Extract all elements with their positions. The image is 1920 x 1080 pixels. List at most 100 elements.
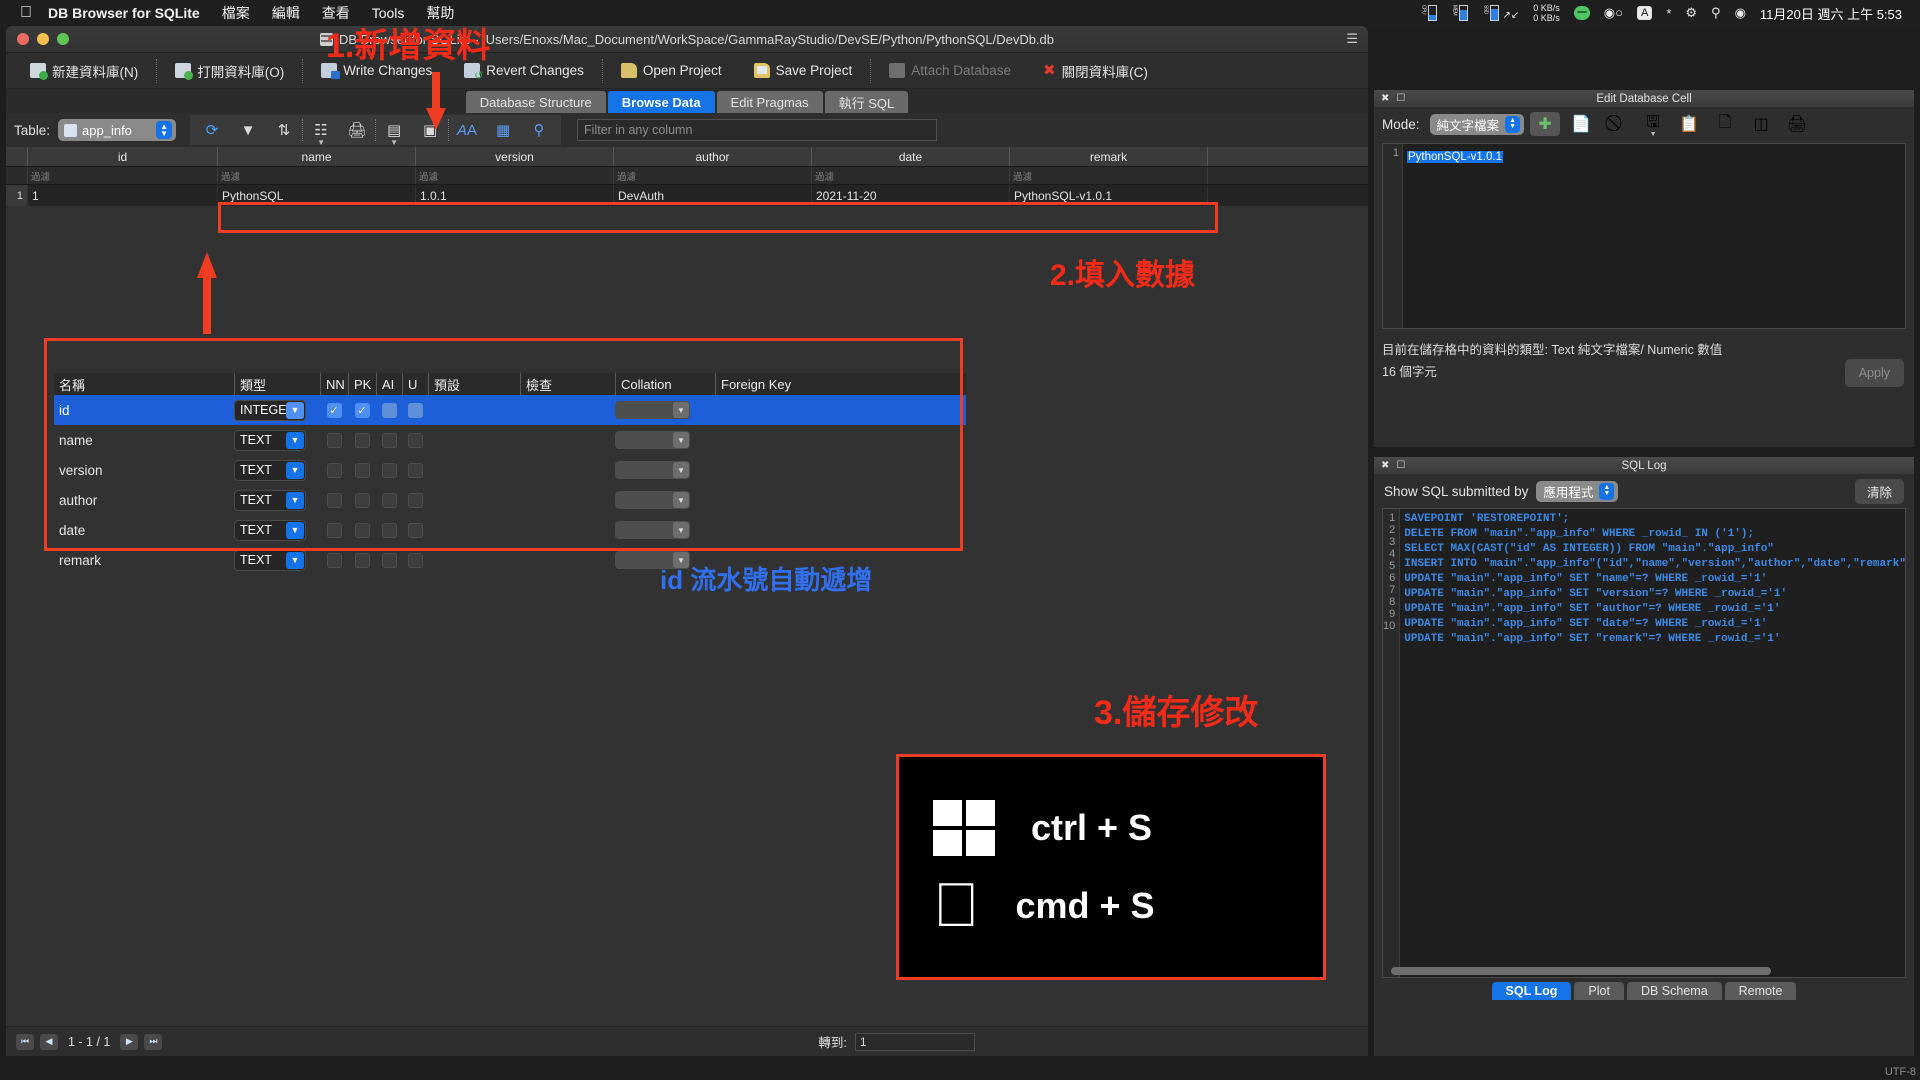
schema-type-dropdown[interactable]: TEXT ▼ [234,489,306,511]
schema-collation-dropdown[interactable]: ▼ [615,491,690,509]
mode-dropdown[interactable]: 純文字檔案 ▲ ▼ [1429,113,1525,135]
goto-input[interactable]: 1 [854,1032,975,1051]
schema-type-dropdown[interactable]: TEXT ▼ [234,549,306,571]
schema-fk-value[interactable] [715,515,855,545]
cell-remark[interactable]: PythonSQL-v1.0.1 [1010,185,1208,206]
schema-default-value[interactable] [428,515,520,545]
menubar-item-edit[interactable]: 編輯 [272,3,300,23]
cell-author[interactable]: DevAuth [614,185,812,206]
bluetooth-icon[interactable]: * [1666,6,1671,21]
close-icon[interactable]: ✖ [1381,93,1389,104]
schema-ai-checkbox[interactable] [381,402,397,418]
schema-default-value[interactable] [428,455,520,485]
schema-default-value[interactable] [428,545,520,575]
refresh-icon[interactable]: ⟳ [194,116,230,144]
schema-check-value[interactable] [520,455,615,485]
column-header-author[interactable]: author [614,147,812,166]
save-project-button[interactable]: Save Project [738,56,869,86]
schema-row-version[interactable]: version TEXT ▼ ▼ [54,455,966,485]
schema-pk-checkbox[interactable] [354,462,370,478]
schema-field-name[interactable]: id [54,395,234,425]
tab-edit-pragmas[interactable]: Edit Pragmas [716,91,823,113]
last-page-button[interactable]: ⏭ [144,1033,163,1050]
schema-check-value[interactable] [520,425,615,455]
filter-cell-remark[interactable]: 過濾 [1010,167,1208,184]
column-header-version[interactable]: version [416,147,614,166]
tab-browse-data[interactable]: Browse Data [607,91,715,113]
schema-field-name[interactable]: name [54,425,234,455]
print-icon[interactable]: 🖨 [339,116,375,144]
column-header-remark[interactable]: remark [1010,147,1208,166]
cell-content-editor[interactable]: 1 PythonSQL-v1.0.1 [1382,143,1906,329]
menubar-item-file[interactable]: 檔案 [222,3,250,23]
schema-u-checkbox[interactable] [407,432,423,448]
window-toolbar-toggle-icon[interactable]: ☰ [1346,31,1358,47]
cell-date[interactable]: 2021-11-20 [812,185,1010,206]
schema-pk-checkbox[interactable] [354,432,370,448]
schema-collation-dropdown[interactable]: ▼ [615,461,690,479]
schema-u-checkbox[interactable] [407,402,423,418]
schema-row-name[interactable]: name TEXT ▼ ▼ [54,425,966,455]
input-source-icon[interactable]: A [1636,6,1653,20]
schema-default-value[interactable] [428,425,520,455]
schema-collation-dropdown[interactable]: ▼ [615,431,690,449]
schema-fk-value[interactable] [715,485,855,515]
sql-log-textarea[interactable]: 1 2 3 4 5 6 7 8 9 10 SAVEPOINT 'RESTOREP… [1382,508,1906,978]
cpu-monitor-icon[interactable]: CPU [1420,5,1438,21]
schema-row-author[interactable]: author TEXT ▼ ▼ [54,485,966,515]
schema-row-id[interactable]: id INTEGER ▼ ✓ ✓ ▼ [54,395,966,425]
column-header-name[interactable]: name [218,147,416,166]
cell-version[interactable]: 1.0.1 [416,185,614,206]
font-icon[interactable]: AA [449,116,485,144]
close-database-button[interactable]: ✖ 關閉資料庫(C) [1027,56,1164,86]
schema-u-checkbox[interactable] [407,522,423,538]
filter-cell-name[interactable]: 過濾 [218,167,416,184]
chevron-down-icon[interactable]: ▼ [317,138,325,147]
schema-row-date[interactable]: date TEXT ▼ ▼ [54,515,966,545]
menubar-item-tools[interactable]: Tools [372,5,405,21]
filter-cell-author[interactable]: 過濾 [614,167,812,184]
tab-execute-sql[interactable]: 執行 SQL [824,91,909,113]
delete-record-icon[interactable]: ▣ [412,116,448,144]
schema-pk-checkbox[interactable]: ✓ [354,402,370,418]
close-window-button[interactable] [17,33,29,45]
filter-cell-id[interactable]: 過濾 [28,167,218,184]
schema-pk-checkbox[interactable] [354,492,370,508]
tab-sql-log[interactable]: SQL Log [1491,982,1572,1000]
ssd-monitor-icon[interactable]: SSD ↗↙ [1482,5,1519,21]
cell-content-value[interactable]: PythonSQL-v1.0.1 [1407,151,1503,163]
save-as-icon[interactable]: 🖫 ▼ [1638,112,1668,139]
cell-content-body[interactable]: PythonSQL-v1.0.1 [1403,144,1503,328]
search-icon[interactable]: ⚲ [1711,5,1721,21]
schema-nn-checkbox[interactable]: ✓ [326,402,342,418]
table-select-dropdown[interactable]: app_info ▲ ▼ [58,119,177,141]
schema-type-dropdown[interactable]: TEXT ▼ [234,429,306,451]
filter-icon[interactable]: ▼ [230,116,266,144]
schema-check-value[interactable] [520,485,615,515]
schema-collation-dropdown[interactable]: ▼ [615,401,690,419]
schema-ai-checkbox[interactable] [381,462,397,478]
paste-cell-icon[interactable]: 🗋 [1710,112,1740,136]
open-database-button[interactable]: 打開資料庫(O) [159,56,300,86]
schema-fk-value[interactable] [715,455,855,485]
tab-remote[interactable]: Remote [1724,982,1797,1000]
export-icon[interactable]: 📄 [1566,112,1596,136]
float-icon[interactable]: ☐ [1396,93,1405,104]
sql-source-dropdown[interactable]: 應用程式 ▲ ▼ [1536,480,1619,502]
tab-database-structure[interactable]: Database Structure [465,91,606,113]
sort-icon[interactable]: ⇅ [266,116,302,144]
schema-nn-checkbox[interactable] [326,462,342,478]
schema-fk-value[interactable] [715,425,855,455]
cell-name[interactable]: PythonSQL [218,185,416,206]
table-row[interactable]: 1 1 PythonSQL 1.0.1 DevAuth 2021-11-20 P… [6,185,1368,206]
minimize-window-button[interactable] [37,33,49,45]
menubar-item-view[interactable]: 查看 [322,3,350,23]
sql-log-horizontal-scrollbar[interactable] [1391,967,1905,975]
filter-cell-date[interactable]: 過濾 [812,167,1010,184]
schema-type-dropdown[interactable]: TEXT ▼ [234,459,306,481]
schema-ai-checkbox[interactable] [381,492,397,508]
schema-ai-checkbox[interactable] [381,552,397,568]
schema-type-dropdown[interactable]: INTEGER ▼ [234,399,306,421]
schema-default-value[interactable] [428,485,520,515]
sql-log-content[interactable]: SAVEPOINT 'RESTOREPOINT'; DELETE FROM "m… [1400,509,1905,977]
